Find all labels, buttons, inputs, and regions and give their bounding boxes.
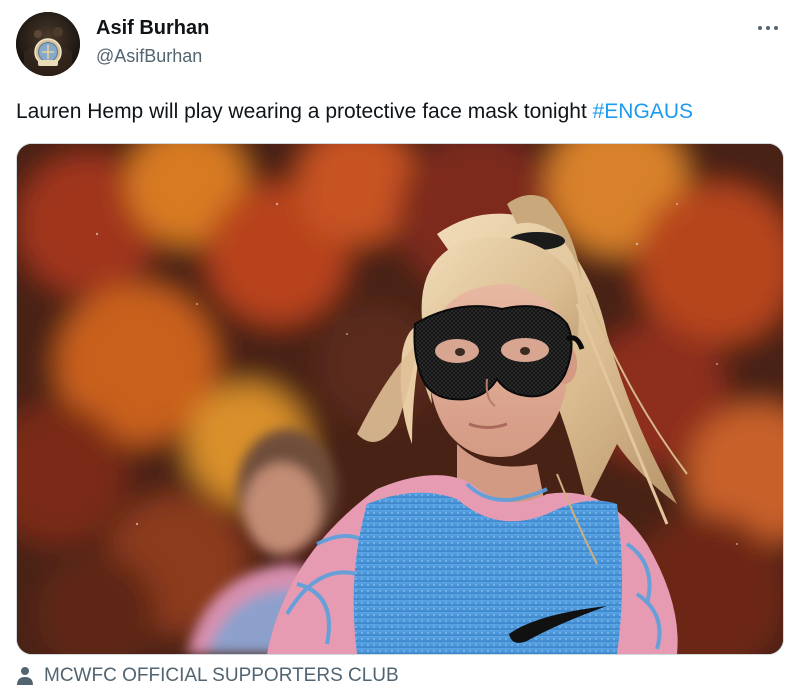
- person-icon: [17, 667, 33, 685]
- community-attribution[interactable]: MCWFC OFFICIAL SUPPORTERS CLUB: [16, 664, 399, 688]
- player-photo: [17, 144, 783, 654]
- author-info: Asif Burhan @AsifBurhan: [96, 16, 209, 68]
- hashtag-link[interactable]: #ENGAUS: [593, 100, 693, 123]
- more-horizontal-icon: [758, 26, 778, 30]
- tweet-body: Lauren Hemp will play wearing a protecti…: [16, 100, 593, 123]
- more-options-button[interactable]: [754, 16, 782, 40]
- author-handle[interactable]: @AsifBurhan: [96, 44, 209, 68]
- tweet-card: Asif Burhan @AsifBurhan Lauren Hemp will…: [0, 0, 800, 696]
- tweet-media-photo[interactable]: [16, 143, 784, 655]
- club-crest-avatar-icon: [16, 12, 80, 76]
- community-name: MCWFC OFFICIAL SUPPORTERS CLUB: [44, 665, 399, 686]
- author-avatar[interactable]: [16, 12, 80, 76]
- author-display-name[interactable]: Asif Burhan: [96, 16, 209, 40]
- tweet-text: Lauren Hemp will play wearing a protecti…: [16, 98, 693, 126]
